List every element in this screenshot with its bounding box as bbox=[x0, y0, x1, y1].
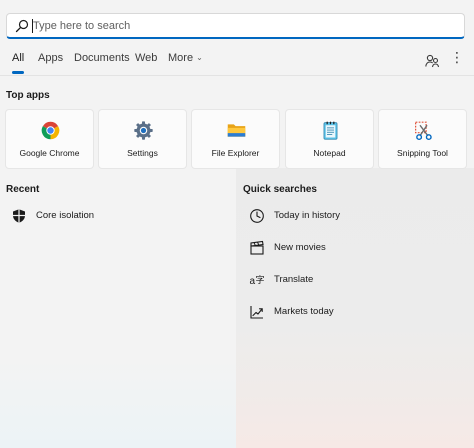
notepad-icon bbox=[323, 121, 338, 140]
chart-trend-icon bbox=[250, 306, 263, 319]
list-item-label: Core isolation bbox=[36, 210, 95, 221]
recent-item-core-isolation[interactable]: Core isolation bbox=[11, 206, 226, 228]
tabs-divider bbox=[0, 75, 474, 76]
recent-heading: Recent bbox=[6, 184, 40, 195]
search-box[interactable] bbox=[6, 13, 465, 39]
app-label: Snipping Tool bbox=[397, 148, 448, 158]
list-item-label: Today in history bbox=[274, 210, 341, 221]
clock-icon bbox=[250, 209, 264, 223]
app-label: Settings bbox=[127, 148, 158, 158]
tab-all[interactable]: All bbox=[12, 52, 24, 64]
app-label: File Explorer bbox=[211, 148, 260, 158]
active-tab-indicator bbox=[12, 71, 24, 74]
app-label: Google Chrome bbox=[19, 148, 80, 158]
bottom-gradient bbox=[0, 360, 236, 448]
svg-text:字: 字 bbox=[256, 274, 265, 286]
shield-icon bbox=[13, 209, 25, 223]
list-item-label: Translate bbox=[274, 274, 314, 285]
tab-more-label: More bbox=[168, 52, 194, 64]
quick-search-translate[interactable]: a 字 Translate bbox=[249, 270, 464, 292]
app-tile-notepad[interactable]: Notepad bbox=[285, 109, 374, 169]
translate-icon: a 字 bbox=[250, 274, 265, 287]
list-item-label: New movies bbox=[274, 242, 326, 253]
app-label: Notepad bbox=[313, 148, 346, 158]
chrome-icon bbox=[41, 121, 60, 140]
quick-searches-heading: Quick searches bbox=[243, 184, 317, 195]
tab-web[interactable]: Web bbox=[135, 52, 157, 64]
top-apps-heading: Top apps bbox=[6, 90, 50, 101]
gear-icon bbox=[134, 121, 153, 140]
list-item-label: Markets today bbox=[274, 306, 334, 317]
search-icon bbox=[15, 19, 29, 33]
quick-search-new-movies[interactable]: New movies bbox=[249, 238, 464, 260]
app-tile-settings[interactable]: Settings bbox=[98, 109, 187, 169]
clapperboard-icon bbox=[250, 240, 264, 255]
quick-search-markets-today[interactable]: Markets today bbox=[249, 302, 464, 324]
quick-search-today-in-history[interactable]: Today in history bbox=[249, 206, 464, 228]
folder-icon bbox=[227, 124, 246, 137]
scissors-icon bbox=[415, 121, 432, 141]
app-tile-file-explorer[interactable]: File Explorer bbox=[191, 109, 280, 169]
tab-documents[interactable]: Documents bbox=[74, 52, 130, 64]
connected-accounts-icon[interactable] bbox=[424, 53, 440, 69]
more-options-icon[interactable]: ⋮ bbox=[450, 50, 464, 68]
app-tile-google-chrome[interactable]: Google Chrome bbox=[5, 109, 94, 169]
app-tile-snipping-tool[interactable]: Snipping Tool bbox=[378, 109, 467, 169]
chevron-down-icon: ⌄ bbox=[196, 53, 203, 62]
search-input[interactable] bbox=[33, 17, 453, 35]
tab-more[interactable]: More ⌄ bbox=[168, 52, 203, 64]
tab-apps[interactable]: Apps bbox=[38, 52, 63, 64]
